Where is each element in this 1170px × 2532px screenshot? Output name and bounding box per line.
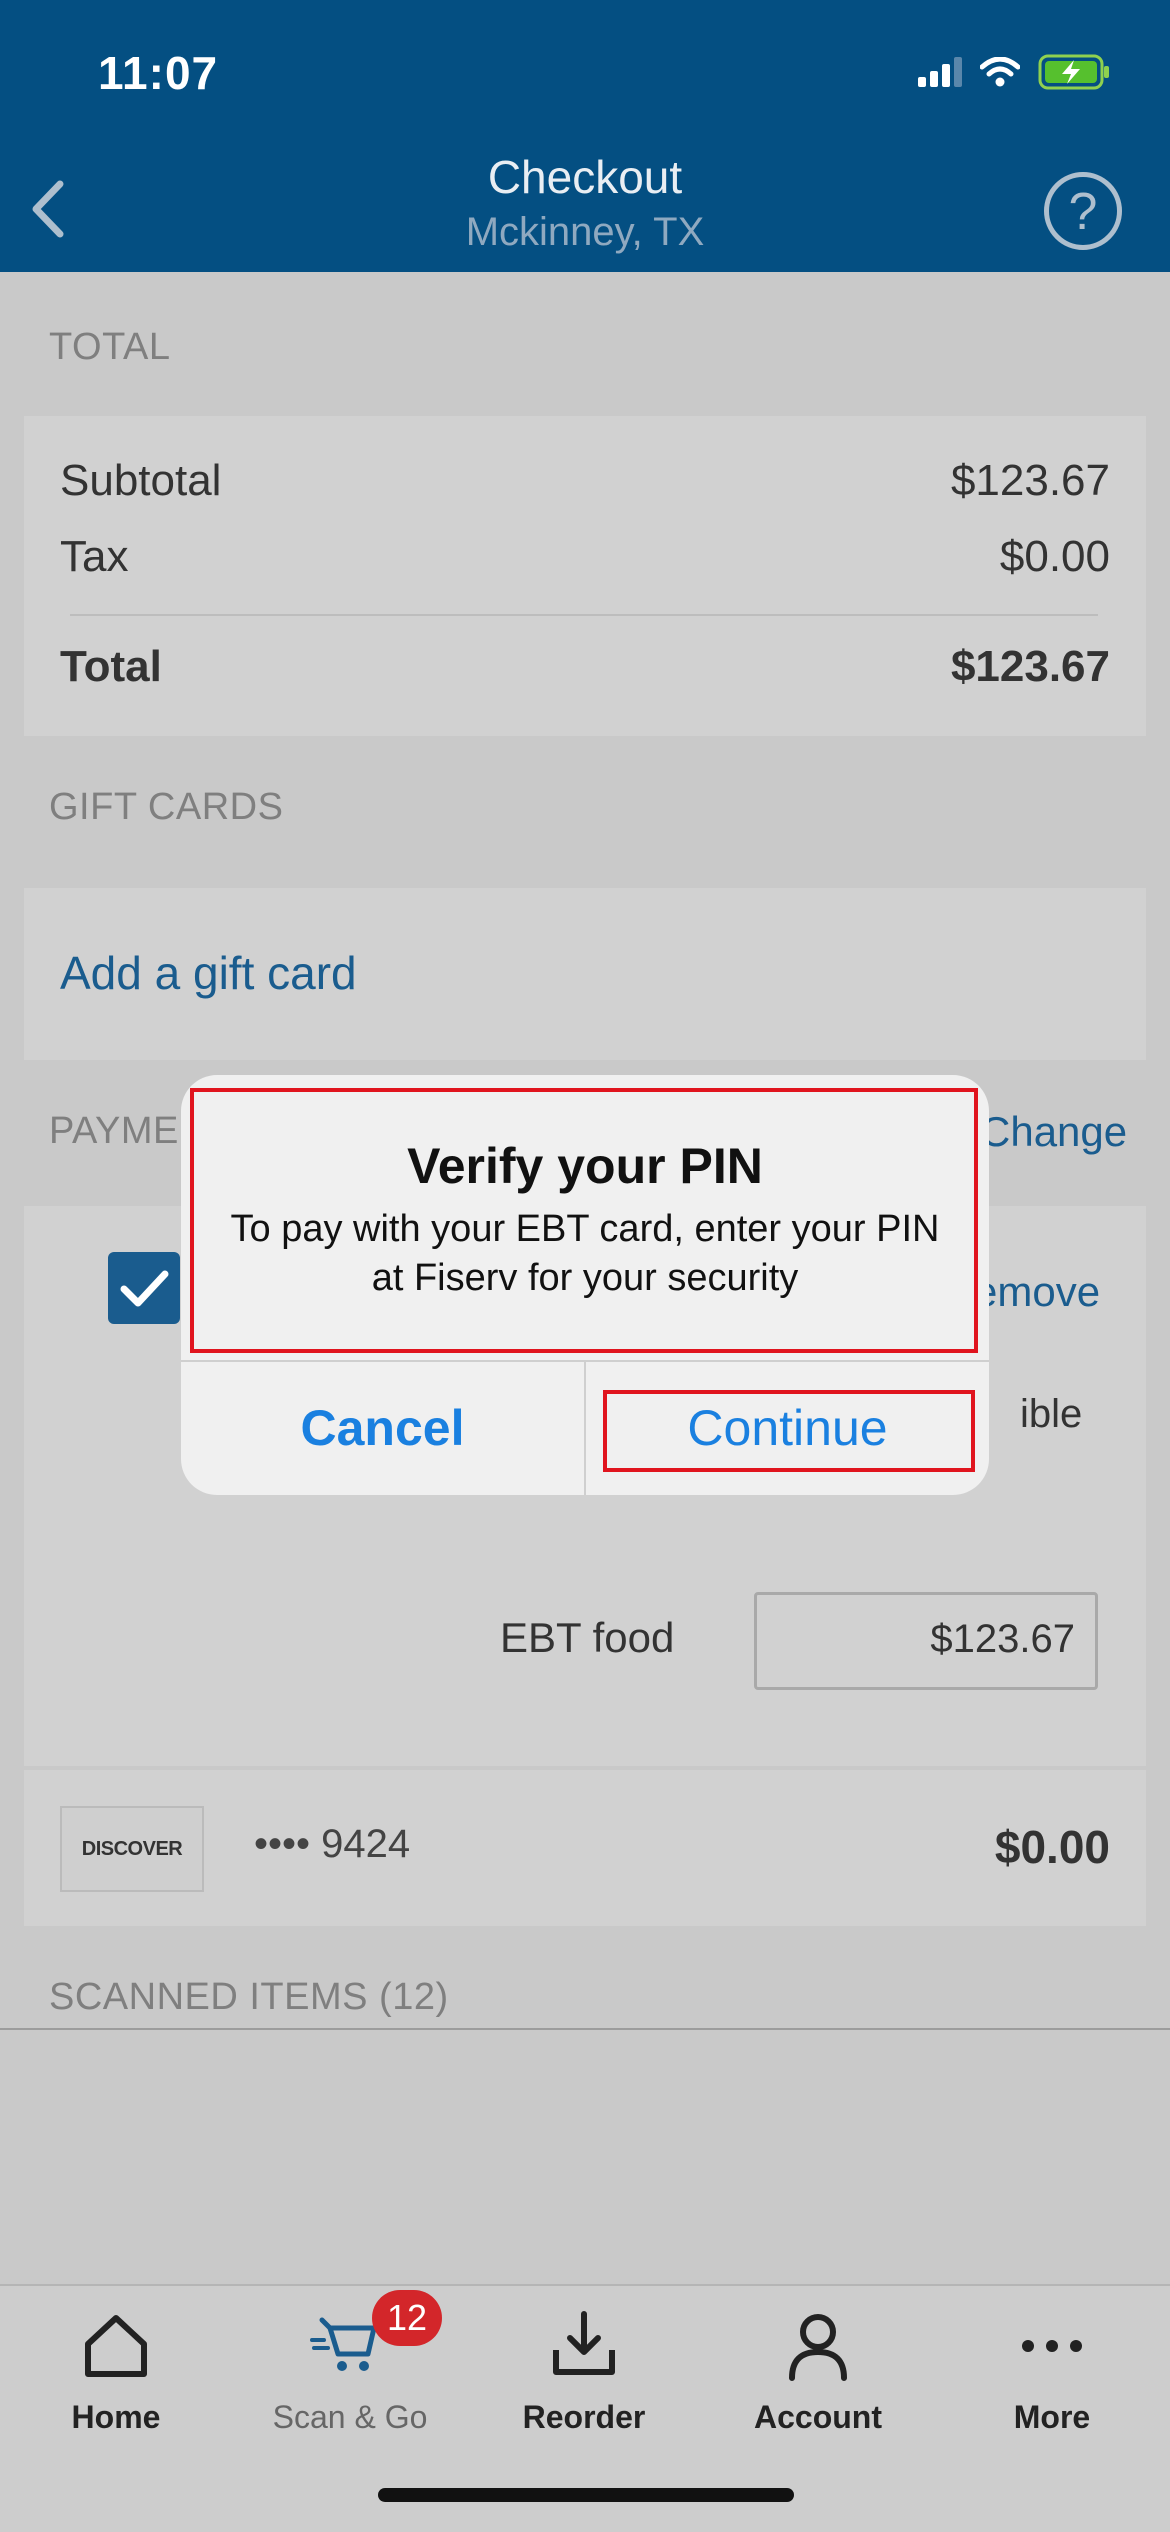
cart-badge: 12	[372, 2290, 442, 2346]
tab-account[interactable]: Account	[718, 2306, 918, 2436]
tab-home[interactable]: Home	[16, 2306, 216, 2436]
tab-reorder[interactable]: Reorder	[484, 2306, 684, 2436]
tab-more-label: More	[1013, 2399, 1091, 2435]
more-icon	[1022, 2340, 1082, 2352]
reorder-icon	[553, 2311, 615, 2375]
tab-more[interactable]: More	[952, 2306, 1152, 2436]
tab-scan-and-go-label: Scan & Go	[272, 2399, 428, 2435]
tab-reorder-label: Reorder	[522, 2399, 646, 2435]
home-indicator	[378, 2488, 794, 2502]
person-icon	[789, 2314, 847, 2381]
tab-scan-and-go[interactable]: 12 Scan & Go	[250, 2290, 450, 2436]
cancel-button[interactable]: Cancel	[181, 1362, 584, 1495]
highlight-box-message	[190, 1088, 978, 1353]
modal-overlay: Verify your PIN To pay with your EBT car…	[0, 0, 1170, 2532]
home-icon	[85, 2315, 147, 2377]
tab-home-label: Home	[71, 2399, 161, 2435]
highlight-box-continue	[603, 1390, 975, 1472]
tab-account-label: Account	[754, 2399, 882, 2435]
